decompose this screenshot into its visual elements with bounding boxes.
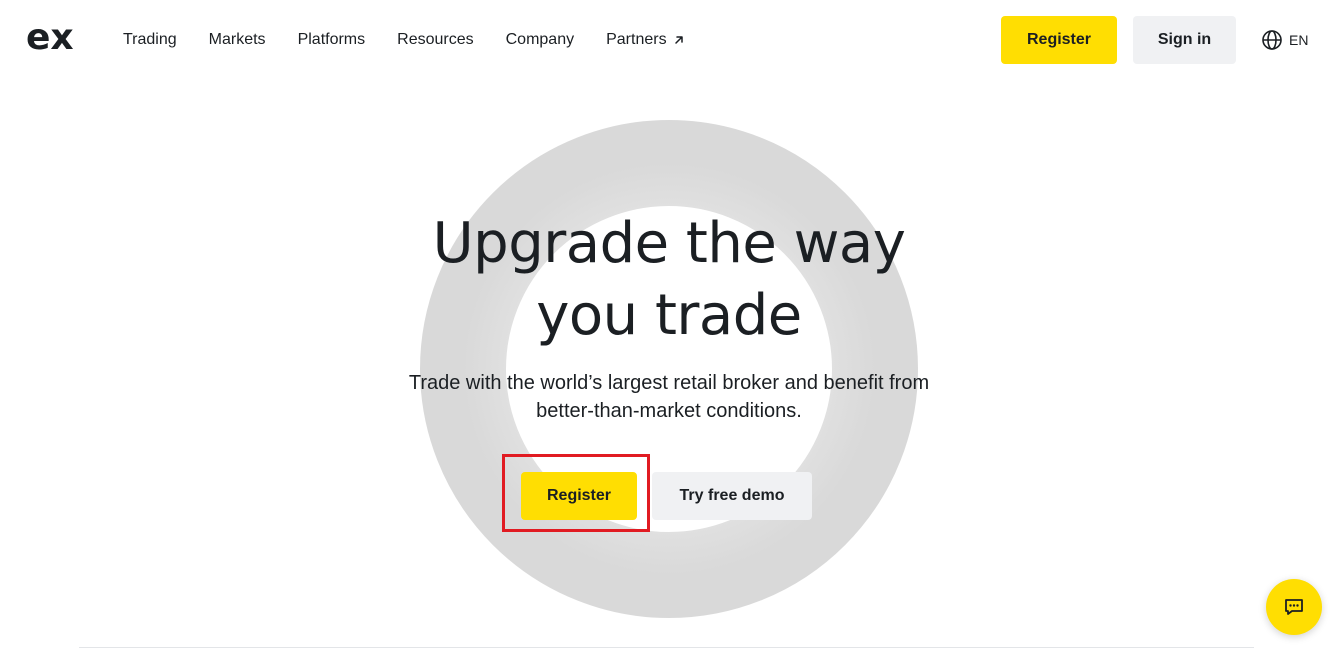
language-selector[interactable]: EN: [1261, 28, 1308, 52]
hero-subtitle-line1: Trade with the world’s largest retail br…: [408, 372, 930, 394]
hero-subtitle-line2: better-than-market conditions.: [536, 400, 802, 422]
site-header: ex Trading Markets Platforms Resources C…: [0, 0, 1339, 80]
section-divider: [79, 647, 1254, 648]
nav-item-partners[interactable]: Partners: [606, 31, 684, 49]
chat-icon: [1285, 599, 1303, 615]
language-label: EN: [1289, 32, 1309, 48]
hero-register-button[interactable]: Register: [521, 472, 637, 520]
chat-button[interactable]: [1266, 579, 1322, 635]
globe-icon: [1262, 30, 1282, 50]
nav-item-trading[interactable]: Trading: [123, 31, 177, 49]
page: ex Trading Markets Platforms Resources C…: [0, 0, 1339, 651]
nav-item-markets[interactable]: Markets: [209, 31, 266, 49]
nav-item-platforms[interactable]: Platforms: [298, 31, 366, 49]
logo-text: ex: [26, 20, 74, 56]
try-free-demo-button[interactable]: Try free demo: [652, 472, 812, 520]
hero-title-line2: you trade: [536, 283, 802, 348]
logo[interactable]: ex: [26, 20, 76, 56]
signin-button[interactable]: Sign in: [1133, 16, 1236, 64]
hero-subtitle: Trade with the world’s largest retail br…: [369, 369, 969, 425]
hero-title: Upgrade the way you trade: [369, 208, 969, 352]
header-register-button[interactable]: Register: [1001, 16, 1117, 64]
nav-item-partners-label: Partners: [606, 31, 667, 48]
nav-item-company[interactable]: Company: [506, 31, 574, 49]
nav-item-resources[interactable]: Resources: [397, 31, 473, 49]
hero-title-line1: Upgrade the way: [432, 211, 906, 276]
external-arrow-icon: [674, 36, 683, 44]
main-nav: Trading Markets Platforms Resources Comp…: [123, 28, 717, 52]
